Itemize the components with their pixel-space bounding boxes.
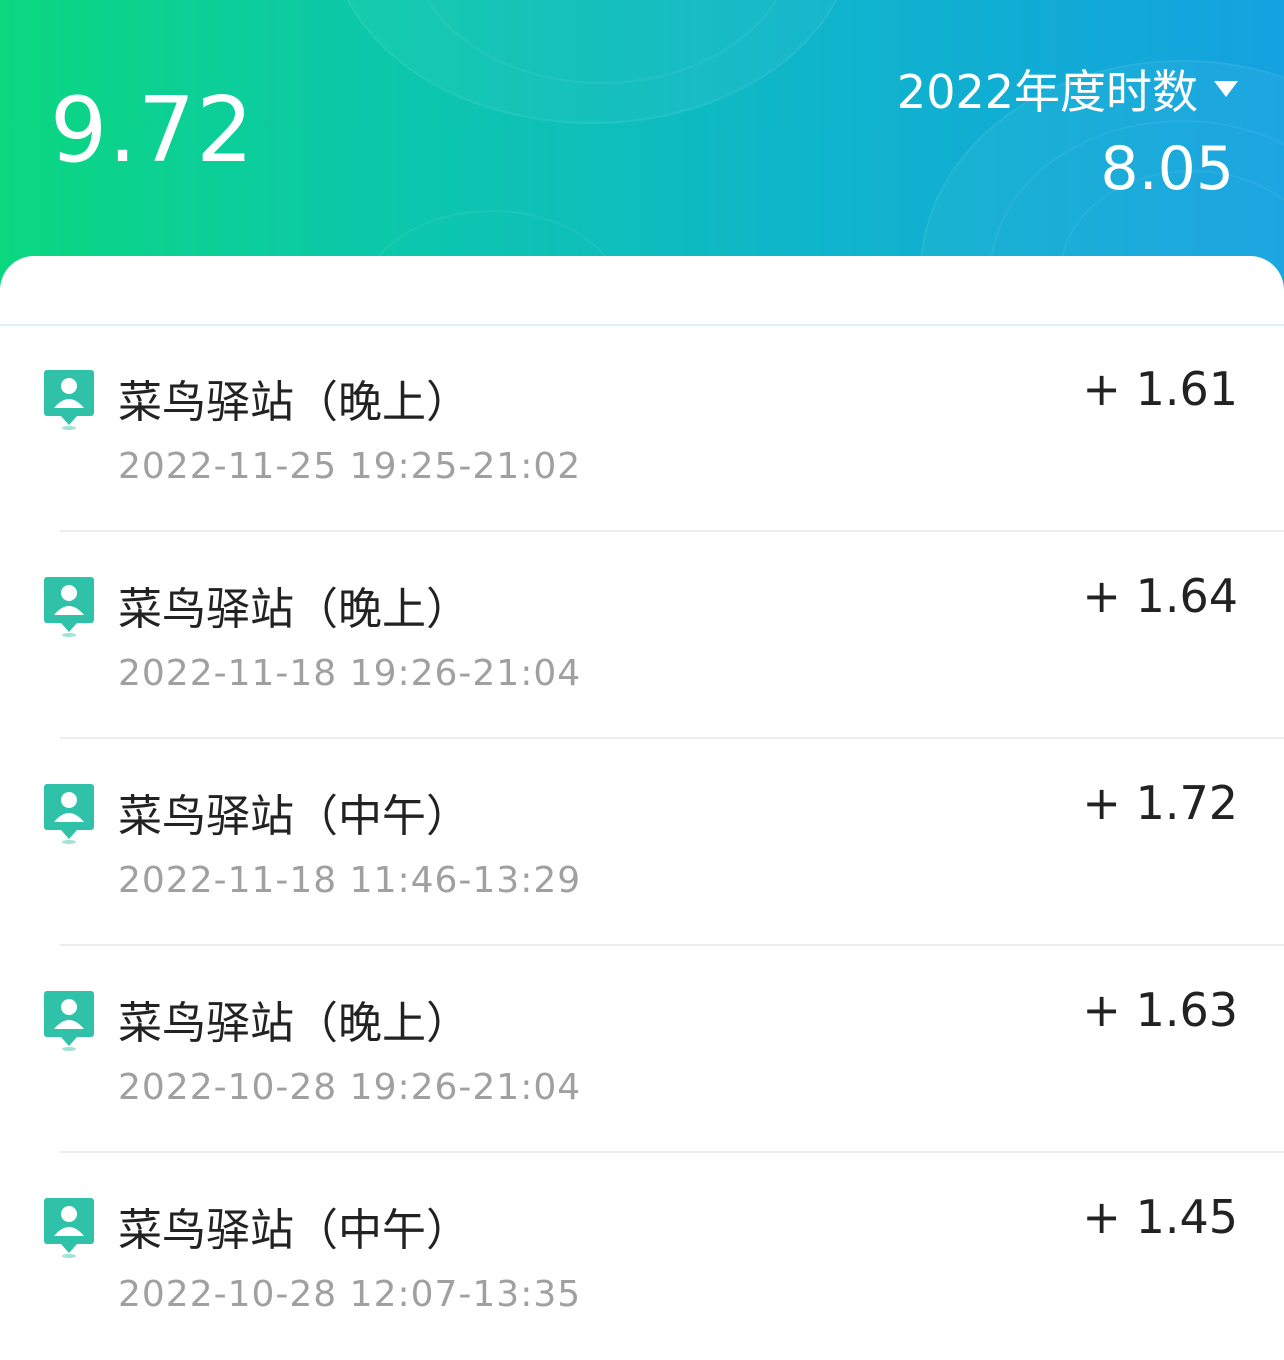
record-hours: + 1.45 [1082,1190,1238,1244]
caret-down-icon [1214,81,1238,97]
record-time: 2022-11-18 19:26-21:04 [118,653,582,694]
summary-header: 9.72 2022年度时数 8.05 [0,0,1284,300]
record-title: 菜鸟驿站（中午） [118,791,470,842]
records-sheet: 菜鸟驿站（晚上） 2022-11-25 19:25-21:02 + 1.61 菜… [0,256,1284,1353]
location-person-pin-icon [44,1198,94,1258]
record-hours: + 1.64 [1082,569,1238,623]
list-item[interactable]: 菜鸟驿站（中午） 2022-10-28 12:07-13:35 + 1.45 [0,1154,1284,1360]
divider [60,1151,1284,1153]
record-title: 菜鸟驿站（晚上） [118,998,470,1049]
year-hours: 8.05 [1100,134,1234,204]
divider [60,530,1284,532]
record-hours: + 1.63 [1082,983,1238,1037]
location-person-pin-icon [44,784,94,844]
year-selector[interactable]: 2022年度时数 [897,56,1238,122]
record-time: 2022-11-25 19:25-21:02 [118,446,582,487]
list-item[interactable]: 菜鸟驿站（晚上） 2022-11-18 19:26-21:04 + 1.64 [0,533,1284,739]
record-title: 菜鸟驿站（中午） [118,1205,470,1256]
record-time: 2022-10-28 19:26-21:04 [118,1067,582,1108]
record-time: 2022-10-28 12:07-13:35 [118,1274,582,1315]
location-person-pin-icon [44,370,94,430]
record-title: 菜鸟驿站（晚上） [118,584,470,635]
record-title: 菜鸟驿站（晚上） [118,377,470,428]
location-person-pin-icon [44,991,94,1051]
record-hours: + 1.72 [1082,776,1238,830]
divider [60,737,1284,739]
divider [60,944,1284,946]
year-selector-label: 2022年度时数 [896,65,1198,119]
record-time: 2022-11-18 11:46-13:29 [118,860,582,901]
location-person-pin-icon [44,577,94,637]
list-item[interactable]: 菜鸟驿站（中午） 2022-11-18 11:46-13:29 + 1.72 [0,740,1284,946]
list-item[interactable]: 菜鸟驿站（晚上） 2022-11-25 19:25-21:02 + 1.61 [0,326,1284,532]
list-item[interactable]: 菜鸟驿站（晚上） 2022-10-28 19:26-21:04 + 1.63 [0,947,1284,1153]
record-hours: + 1.61 [1082,362,1238,416]
total-hours: 9.72 [50,78,255,183]
